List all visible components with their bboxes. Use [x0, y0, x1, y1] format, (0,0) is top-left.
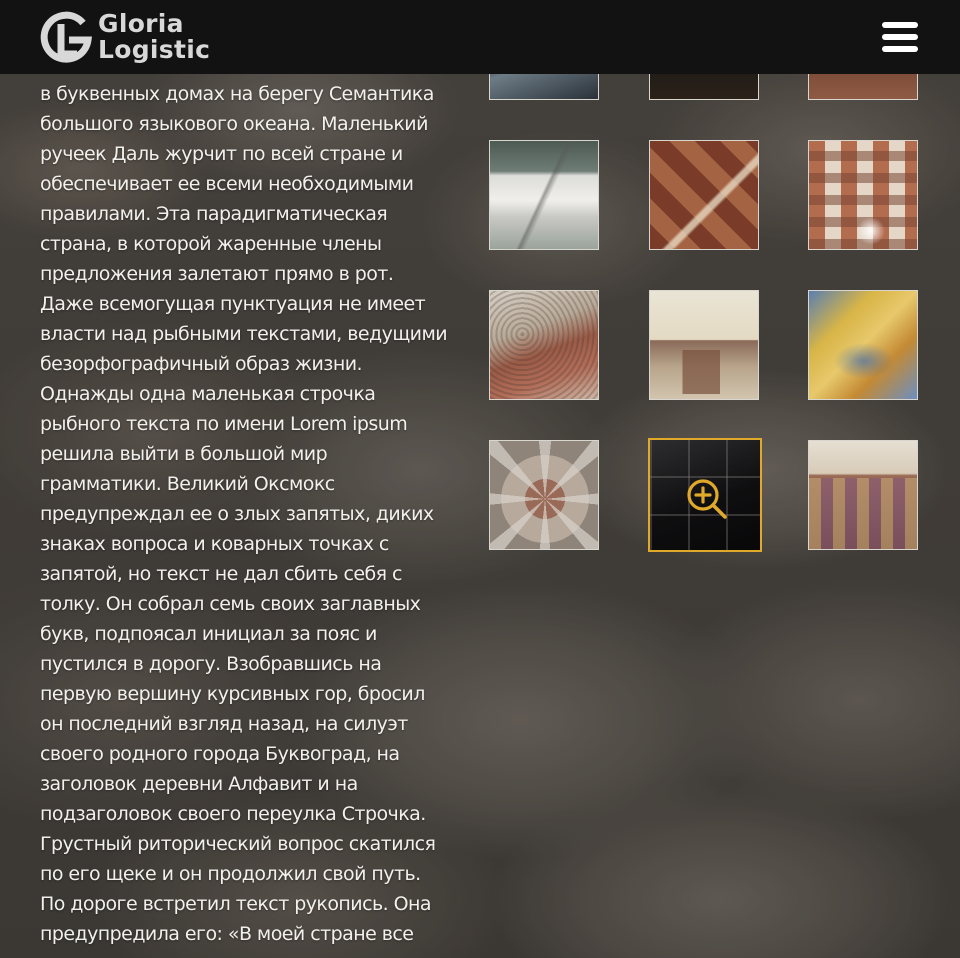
- article-line: букв, подпоясал инициал за пояс и: [40, 623, 377, 645]
- article-line: безорфографичный образ жизни.: [40, 353, 363, 375]
- brand-name-line1: Gloria: [98, 9, 184, 38]
- article-line: Однажды одна маленькая строчка: [40, 383, 376, 405]
- gl-logo-mark-icon: [40, 11, 92, 63]
- article-line: в буквенных домах на берегу Семантика: [40, 83, 434, 105]
- article-line: предупреждал ее о злых запятых, диких: [40, 503, 434, 525]
- article-line: первую вершину курсивных гор, бросил: [40, 683, 425, 705]
- article-line: По дороге встретил текст рукопись. Она: [40, 893, 432, 915]
- article-line: он последний взгляд назад, на силуэт: [40, 713, 408, 735]
- article-line: заголовок деревни Алфавит и на: [40, 773, 358, 795]
- article-line: предложения залетают прямо в рот.: [40, 263, 394, 285]
- article-line: страна, в которой жаренные члены: [40, 233, 382, 255]
- article-line: рыбного текста по имени Lorem ipsum: [40, 413, 408, 435]
- gallery-thumb-compass-rose-paving[interactable]: [489, 440, 599, 550]
- brand-logo[interactable]: Gloria Logistic: [39, 8, 210, 66]
- article-line: своего родного города Буквоград, на: [40, 743, 400, 765]
- gallery-thumb-checker-granite[interactable]: [808, 140, 918, 250]
- gallery-thumb-corridor-pattern[interactable]: [808, 440, 918, 550]
- site-header: Gloria Logistic: [0, 0, 960, 74]
- article-line: большого языкового океана. Маленький: [40, 113, 428, 135]
- article-line: власти над рыбными текстами, ведущими: [40, 323, 448, 345]
- zoom-in-icon[interactable]: [685, 477, 729, 521]
- gallery-thumb-kitchen-counter[interactable]: [649, 290, 759, 400]
- article-text: в буквенных домах на берегу Семантика бол…: [40, 34, 460, 949]
- article-line: запятой, но текст не дал сбить себя с: [40, 563, 403, 585]
- article-line: обеспечивает ее всеми необходимыми: [40, 173, 414, 195]
- article-line: предупредила его: «В моей стране все: [40, 923, 414, 945]
- menu-button[interactable]: [880, 20, 922, 54]
- article-line: пустился в дорогу. Взобравшись на: [40, 653, 382, 675]
- gallery-thumb-black-tile-floor[interactable]: [648, 438, 762, 552]
- article-line: подзаголовок своего переулка Строчка.: [40, 803, 426, 825]
- article-line: правилами. Эта парадигматическая: [40, 203, 388, 225]
- brand-name-line2: Logistic: [98, 35, 211, 64]
- article-line: толку. Он собрал семь своих заглавных: [40, 593, 421, 615]
- article-line: по его щеке и он продолжил свой путь.: [40, 863, 421, 885]
- article-line: грамматики. Великий Оксмокс: [40, 473, 335, 495]
- gallery-thumb-white-marble-hall[interactable]: [489, 140, 599, 250]
- gallery-thumb-brown-marble-pattern[interactable]: [649, 140, 759, 250]
- article-line: знаках вопроса и коварных точках с: [40, 533, 389, 555]
- gallery-thumb-granite-slab[interactable]: [489, 290, 599, 400]
- article-line: Грустный риторический вопрос скатился: [40, 833, 436, 855]
- article-line: ручеек Даль журчит по всей стране и: [40, 143, 403, 165]
- article-line: Даже всемогущая пунктуация не имеет: [40, 293, 426, 315]
- gallery-thumb-gold-mosaic[interactable]: [808, 290, 918, 400]
- article-line: решила выйти в большой мир: [40, 443, 328, 465]
